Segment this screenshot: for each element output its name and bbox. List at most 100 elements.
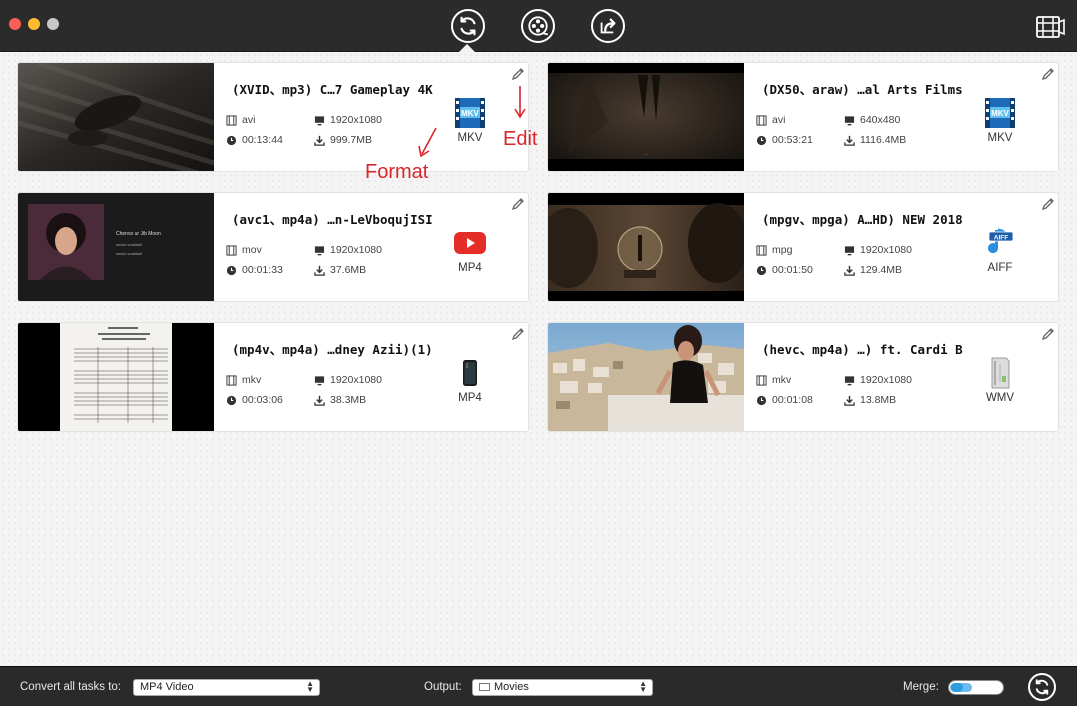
task-card[interactable]: (mp4v、mp4a) …dney Azii)(1) mkv 1920x1080…	[17, 322, 529, 432]
video-thumbnail[interactable]	[18, 323, 214, 431]
edit-annotation: Edit	[503, 128, 538, 150]
convert-tab-button[interactable]	[451, 9, 485, 43]
resolution-value: 1920x1080	[860, 244, 912, 256]
resolution-value: 1920x1080	[860, 374, 912, 386]
download-icon	[314, 395, 325, 406]
video-thumbnail[interactable]	[18, 63, 214, 171]
monitor-icon	[844, 115, 855, 125]
task-card[interactable]: Chenso ur Jib Moon vecko vuukkell vecko …	[17, 192, 529, 302]
task-card[interactable]: ... (DX50、araw) …al Arts Films avi 640x4…	[547, 62, 1059, 172]
youtube-icon[interactable]	[452, 225, 488, 261]
folder-icon	[479, 683, 490, 691]
duration-value: 00:01:50	[772, 264, 813, 276]
film-icon	[226, 374, 237, 386]
resolution-info: 1920x1080	[314, 114, 382, 126]
container-value: mkv	[242, 374, 262, 386]
resolution-value: 1920x1080	[330, 114, 382, 126]
close-window-button[interactable]	[9, 18, 21, 30]
container-info: mov	[226, 244, 262, 256]
filesize-info: 38.3MB	[314, 394, 366, 406]
resolution-info: 640x480	[844, 114, 900, 126]
container-value: mkv	[772, 374, 792, 386]
video-thumbnail[interactable]	[548, 323, 744, 431]
resolution-info: 1920x1080	[844, 374, 912, 386]
task-card[interactable]: (hevc、mp4a) …) ft. Cardi B mkv 1920x1080…	[547, 322, 1059, 432]
task-card[interactable]: (mpgv、mpga) A…HD) NEW 2018 mpg 1920x1080…	[547, 192, 1059, 302]
pencil-icon[interactable]	[1040, 66, 1056, 82]
container-info: mkv	[756, 374, 791, 386]
film-icon	[756, 114, 767, 126]
clock-icon	[226, 135, 237, 145]
filesize-info: 13.8MB	[844, 394, 896, 406]
clock-icon	[226, 265, 237, 275]
mkv-icon[interactable]: MKV	[452, 95, 488, 131]
filesize-value: 38.3MB	[330, 394, 367, 406]
pencil-icon[interactable]	[1040, 326, 1056, 342]
duration-value: 00:01:33	[242, 264, 283, 276]
container-value: avi	[242, 114, 256, 126]
monitor-icon	[314, 115, 325, 125]
target-format-label[interactable]: WMV	[972, 392, 1028, 404]
duration-info: 00:03:06	[226, 394, 283, 406]
video-thumbnail[interactable]	[548, 193, 744, 301]
filesize-info: 37.6MB	[314, 264, 366, 276]
pencil-icon[interactable]	[510, 196, 526, 212]
svg-text:MKV: MKV	[991, 109, 1009, 118]
duration-value: 00:13:44	[242, 134, 283, 146]
thumbnail-subtitle-text: vecko vuukkell	[116, 251, 142, 256]
edit-arrow	[514, 86, 526, 119]
pencil-icon[interactable]	[510, 66, 526, 82]
target-format-label[interactable]: AIFF	[972, 262, 1028, 274]
convert-all-button[interactable]	[1028, 673, 1056, 701]
share-tab-button[interactable]	[591, 9, 625, 43]
aiff-icon[interactable]: AIFF	[982, 225, 1018, 261]
duration-value: 00:53:21	[772, 134, 813, 146]
clock-icon	[226, 395, 237, 405]
download-icon	[844, 265, 855, 276]
target-format-label[interactable]: MP4	[442, 392, 498, 404]
video-edit-tab-button[interactable]	[521, 9, 555, 43]
target-format-label[interactable]: MKV	[972, 132, 1028, 144]
container-info: mkv	[226, 374, 261, 386]
merge-toggle[interactable]	[948, 680, 1004, 695]
convert-format-select[interactable]: MP4 Video ▲ ▼	[133, 679, 320, 696]
title-bar	[0, 0, 1077, 52]
active-tab-indicator	[459, 44, 475, 52]
resolution-value: 1920x1080	[330, 374, 382, 386]
task-card[interactable]: (XVID、mp3) C…7 Gameplay 4K avi 1920x1080…	[17, 62, 529, 172]
thumbnail-subtitle-text: vecko vuukkell	[116, 242, 142, 247]
iphone-icon[interactable]	[452, 355, 488, 391]
output-folder-value: Movies	[494, 681, 529, 693]
container-info: mpg	[756, 244, 792, 256]
pencil-icon[interactable]	[1040, 196, 1056, 212]
video-thumbnail[interactable]: ...	[548, 63, 744, 171]
film-strip-icon[interactable]	[1035, 14, 1065, 40]
duration-value: 00:01:08	[772, 394, 813, 406]
filesize-value: 1116.4MB	[860, 134, 907, 146]
container-value: mpg	[772, 244, 793, 256]
convert-all-label: Convert all tasks to:	[20, 681, 121, 693]
target-format-label[interactable]: MKV	[442, 132, 498, 144]
monitor-icon	[314, 375, 325, 385]
pencil-icon[interactable]	[510, 326, 526, 342]
target-format-label[interactable]: MP4	[442, 262, 498, 274]
container-info: avi	[756, 114, 785, 126]
zoom-window-button[interactable]	[47, 18, 59, 30]
filesize-info: 1116.4MB	[844, 134, 906, 146]
clock-icon	[756, 265, 767, 275]
duration-info: 00:01:08	[756, 394, 813, 406]
task-title: (DX50、araw) …al Arts Films	[762, 82, 963, 97]
filesize-value: 129.4MB	[860, 264, 903, 276]
download-icon	[314, 265, 325, 276]
container-info: avi	[226, 114, 255, 126]
output-folder-select[interactable]: Movies ▲ ▼	[472, 679, 653, 696]
wmv-icon[interactable]	[982, 355, 1018, 391]
film-icon	[756, 244, 767, 256]
resolution-value: 1920x1080	[330, 244, 382, 256]
video-thumbnail[interactable]: Chenso ur Jib Moon vecko vuukkell vecko …	[18, 193, 214, 301]
resolution-info: 1920x1080	[314, 374, 382, 386]
mkv-icon[interactable]: MKV	[982, 95, 1018, 131]
svg-text:AIFF: AIFF	[994, 235, 1008, 242]
minimize-window-button[interactable]	[28, 18, 40, 30]
clock-icon	[756, 395, 767, 405]
